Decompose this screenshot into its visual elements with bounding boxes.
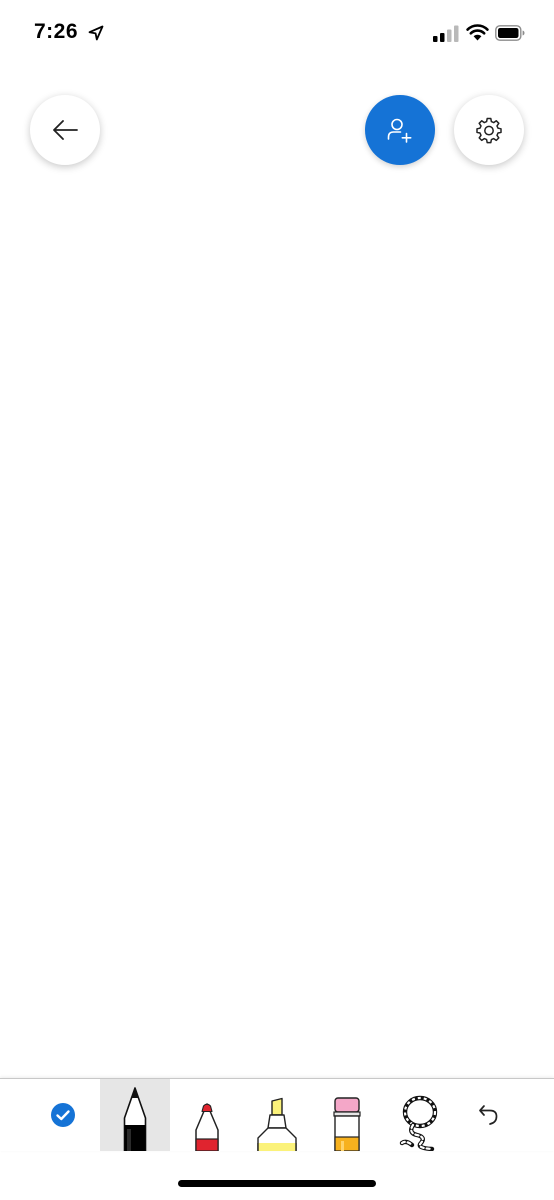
gear-icon	[476, 117, 502, 144]
invite-participant-button[interactable]	[365, 95, 435, 165]
settings-button[interactable]	[454, 95, 524, 165]
back-button[interactable]	[30, 95, 100, 165]
location-arrow-icon	[88, 25, 104, 41]
marker-icon	[195, 1103, 219, 1151]
drawing-toolbar	[0, 1078, 554, 1151]
cellular-signal-icon	[433, 25, 459, 42]
lasso-tool[interactable]	[384, 1079, 454, 1151]
status-bar: 7:26	[0, 0, 554, 64]
done-button[interactable]	[28, 1079, 98, 1151]
whiteboard-canvas[interactable]	[0, 180, 554, 1075]
highlighter-icon	[257, 1097, 297, 1151]
undo-button[interactable]	[454, 1079, 524, 1151]
wifi-icon	[466, 24, 489, 41]
marker-tool[interactable]	[172, 1079, 242, 1151]
highlighter-tool[interactable]	[240, 1079, 312, 1151]
arrow-left-icon	[53, 120, 78, 140]
undo-icon	[479, 1105, 498, 1125]
status-time: 7:26	[34, 20, 79, 43]
eraser-tool[interactable]	[312, 1079, 382, 1151]
person-add-icon	[387, 118, 412, 143]
eraser-icon	[333, 1097, 361, 1151]
pen-tool[interactable]	[100, 1079, 170, 1151]
battery-icon	[495, 25, 525, 41]
pen-icon	[123, 1087, 147, 1151]
checkmark-circle-icon	[51, 1103, 75, 1127]
lasso-icon	[399, 1095, 438, 1151]
home-indicator[interactable]	[178, 1180, 376, 1187]
